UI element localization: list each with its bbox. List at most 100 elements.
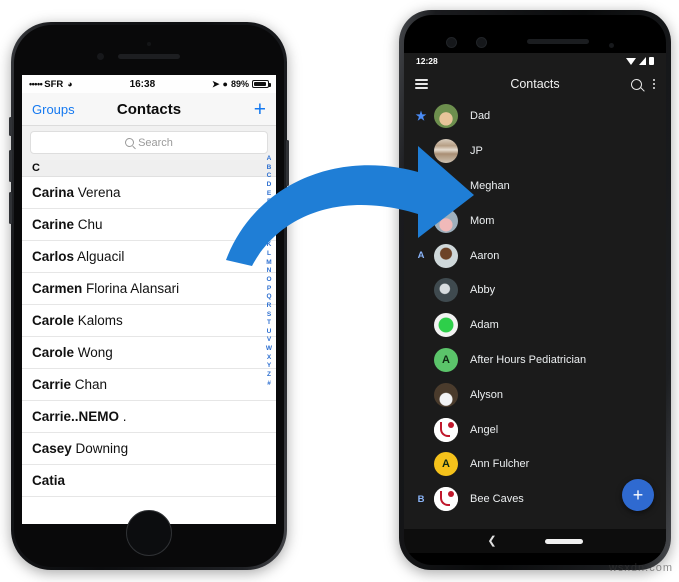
index-letter[interactable]: D bbox=[267, 181, 272, 190]
index-letter[interactable]: U bbox=[267, 328, 272, 337]
contact-first-name: Carole bbox=[32, 313, 75, 328]
index-letter[interactable]: C bbox=[267, 172, 272, 181]
proximity-sensor-icon bbox=[147, 42, 151, 46]
avatar bbox=[434, 243, 458, 268]
search-input[interactable]: Search bbox=[30, 131, 268, 154]
contact-row[interactable]: Mom bbox=[404, 203, 666, 238]
android-contact-list[interactable]: ★ Dad JP Meghan Mom A Aaron Abby Adam A After Hour… bbox=[404, 99, 666, 529]
contact-row[interactable]: Carrie..NEMO . bbox=[22, 401, 276, 433]
alphabet-index[interactable]: A B C D E F G H I J K L M N O P Q R S T U V W X Y Z # bbox=[264, 155, 274, 388]
contact-row[interactable]: Catia bbox=[22, 465, 276, 497]
contact-first-name: Carole bbox=[32, 345, 75, 360]
contact-row[interactable]: Carlos Alguacil bbox=[22, 241, 276, 273]
avatar bbox=[434, 139, 458, 164]
index-letter[interactable]: Z bbox=[267, 371, 271, 380]
contact-first-name: Carrie..NEMO bbox=[32, 409, 120, 424]
index-letter[interactable]: M bbox=[266, 259, 271, 268]
section-letter: B bbox=[417, 493, 425, 505]
contact-row[interactable]: ★ Dad bbox=[404, 99, 666, 134]
index-letter[interactable]: O bbox=[266, 276, 271, 285]
contact-name: Dad bbox=[470, 110, 491, 123]
contact-row[interactable]: Carrie Chan bbox=[22, 369, 276, 401]
index-letter[interactable]: W bbox=[266, 345, 272, 354]
index-letter[interactable]: F bbox=[267, 198, 271, 207]
contact-row[interactable]: Alyson bbox=[404, 377, 666, 412]
index-letter[interactable]: J bbox=[267, 233, 271, 242]
index-letter[interactable]: Q bbox=[266, 293, 271, 302]
android-app-bar: Contacts bbox=[404, 69, 666, 99]
search-icon[interactable] bbox=[630, 78, 642, 90]
contact-first-name: Catia bbox=[32, 473, 66, 488]
battery-icon bbox=[252, 80, 271, 88]
section-header-c: C bbox=[22, 160, 276, 177]
ios-contact-list[interactable]: Carina Verena Carine Chu Carlos Alguacil Ca… bbox=[22, 177, 276, 497]
contact-row[interactable]: Carmen Florina Alansari bbox=[22, 273, 276, 305]
avatar bbox=[434, 208, 458, 233]
contact-row[interactable]: A After Hours Pediatrician bbox=[404, 343, 666, 378]
index-letter[interactable]: # bbox=[267, 380, 271, 389]
android-screen: 12:28 Contacts ★ Dad JP Meghan Mom A Aar… bbox=[404, 53, 666, 565]
index-letter[interactable]: P bbox=[267, 285, 271, 294]
battery-percent-label: 89% bbox=[230, 79, 249, 89]
index-letter[interactable]: Y bbox=[267, 362, 271, 371]
index-letter[interactable]: B bbox=[267, 164, 272, 173]
avatar bbox=[434, 417, 458, 442]
avatar bbox=[434, 487, 458, 512]
groups-button[interactable]: Groups bbox=[32, 102, 75, 117]
ios-nav-bar: Groups Contacts + bbox=[22, 93, 276, 126]
volume-down-button[interactable] bbox=[9, 192, 12, 224]
contact-name: Mom bbox=[470, 214, 495, 227]
contact-name: Angel bbox=[470, 423, 499, 436]
add-contact-fab[interactable]: + bbox=[622, 479, 654, 511]
contact-name: Adam bbox=[470, 319, 499, 332]
contact-row[interactable]: JP bbox=[404, 134, 666, 169]
index-letter[interactable]: X bbox=[267, 354, 271, 363]
contact-row[interactable]: Carole Kaloms bbox=[22, 305, 276, 337]
contact-last-name: . bbox=[119, 409, 127, 424]
home-gesture-pill[interactable] bbox=[544, 538, 583, 544]
avatar bbox=[434, 382, 458, 407]
ios-search-container: Search bbox=[22, 126, 276, 160]
contact-row[interactable]: Casey Downing bbox=[22, 433, 276, 465]
home-button[interactable] bbox=[126, 510, 172, 556]
index-letter[interactable]: G bbox=[266, 207, 271, 216]
sensor-icon bbox=[609, 43, 614, 48]
index-letter[interactable]: K bbox=[267, 241, 272, 250]
contact-row[interactable]: Angel bbox=[404, 412, 666, 447]
contact-first-name: Carine bbox=[32, 217, 75, 232]
index-letter[interactable]: T bbox=[267, 319, 271, 328]
index-letter[interactable]: L bbox=[267, 250, 271, 259]
contact-row[interactable]: Adam bbox=[404, 308, 666, 343]
index-letter[interactable]: S bbox=[267, 311, 271, 320]
index-letter[interactable]: R bbox=[267, 302, 272, 311]
contact-row[interactable]: Meghan bbox=[404, 169, 666, 204]
ios-status-bar: ••••• SFR ◕ 16:38 ➤ ● 89% bbox=[22, 75, 276, 93]
avatar bbox=[434, 278, 458, 303]
silent-switch[interactable] bbox=[9, 117, 12, 136]
index-letter[interactable]: V bbox=[267, 336, 271, 345]
add-contact-button[interactable]: + bbox=[254, 99, 266, 120]
index-letter[interactable]: I bbox=[268, 224, 270, 233]
volume-up-button[interactable] bbox=[9, 150, 12, 182]
index-letter[interactable]: H bbox=[267, 215, 272, 224]
contact-first-name: Carmen bbox=[32, 281, 83, 296]
index-letter[interactable]: A bbox=[267, 155, 272, 164]
contact-first-name: Carlos bbox=[32, 249, 75, 264]
contact-last-name: Chan bbox=[71, 377, 108, 392]
contact-row[interactable]: Carole Wong bbox=[22, 337, 276, 369]
contact-last-name: Alguacil bbox=[74, 249, 125, 264]
power-button[interactable] bbox=[286, 140, 289, 186]
page-title: Contacts bbox=[510, 77, 560, 91]
contact-row[interactable]: A Ann Fulcher bbox=[404, 447, 666, 482]
back-chevron-icon[interactable]: ❮ bbox=[487, 535, 496, 547]
index-letter[interactable]: E bbox=[267, 190, 271, 199]
index-letter[interactable]: N bbox=[267, 267, 272, 276]
contact-row[interactable]: A Aaron bbox=[404, 238, 666, 273]
overflow-menu-icon[interactable] bbox=[652, 79, 655, 89]
comparison-stage: ••••• SFR ◕ 16:38 ➤ ● 89% Groups Contact… bbox=[0, 0, 679, 582]
contact-row[interactable]: Abby bbox=[404, 273, 666, 308]
contact-row[interactable]: Carine Chu bbox=[22, 209, 276, 241]
battery-icon bbox=[649, 57, 654, 65]
contact-row[interactable]: Carina Verena bbox=[22, 177, 276, 209]
hamburger-menu-icon[interactable] bbox=[415, 79, 428, 89]
